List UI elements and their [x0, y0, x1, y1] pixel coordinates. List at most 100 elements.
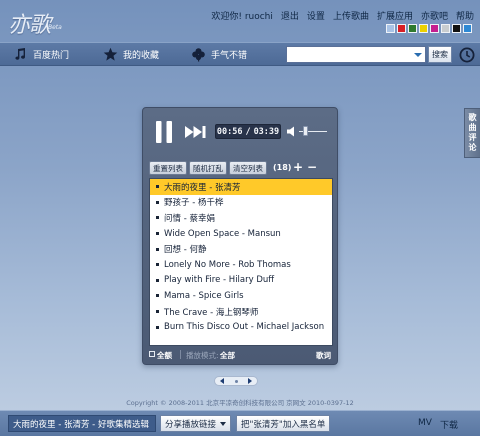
song-item[interactable]: 回想 - 何静: [150, 241, 332, 257]
star-icon: [102, 46, 118, 62]
bullet-icon: [156, 325, 159, 329]
volume-slider-handle[interactable]: [303, 126, 308, 136]
top-bar: 亦歌 Beta 欢迎你! ruochi 退出 设置 上传歌曲 扩展应用 亦歌吧 …: [0, 0, 480, 40]
song-title: Play with Fire - Hilary Duff: [164, 275, 275, 286]
song-item[interactable]: Mama - Spice Girls: [150, 288, 332, 304]
song-comments-tab[interactable]: 歌 曲 评 论: [464, 108, 480, 158]
logo-badge: Beta: [48, 24, 62, 31]
time-display: 00:56 / 03:39: [215, 124, 281, 139]
next-track-button[interactable]: [185, 125, 207, 139]
song-item[interactable]: 问情 - 蔡幸娟: [150, 210, 332, 226]
welcome-user-link[interactable]: 欢迎你! ruochi: [211, 9, 273, 22]
divider: [180, 350, 181, 359]
theme-swatch[interactable]: [430, 24, 439, 33]
clover-icon: [190, 46, 206, 62]
song-item[interactable]: Play with Fire - Hilary Duff: [150, 273, 332, 289]
theme-swatch[interactable]: [419, 24, 428, 33]
add-song-button[interactable]: +: [293, 160, 303, 174]
search-input[interactable]: [286, 46, 426, 63]
share-link-button[interactable]: 分享播放链接: [160, 415, 232, 432]
reset-list-button[interactable]: 重置列表: [149, 161, 187, 175]
nav-item-baidu-hot[interactable]: 百度热门: [12, 46, 69, 62]
play-mode-value[interactable]: 全部: [220, 350, 235, 361]
select-all-checkbox[interactable]: [149, 351, 155, 357]
search-button[interactable]: 搜索: [428, 46, 452, 63]
lyrics-button[interactable]: 歌词: [316, 350, 331, 361]
pager-dot: [235, 380, 238, 383]
remove-song-button[interactable]: −: [307, 160, 317, 174]
pager-prev-icon[interactable]: [220, 378, 224, 384]
help-link[interactable]: 帮助: [456, 9, 474, 22]
song-title: 问情 - 蔡幸娟: [164, 213, 215, 224]
song-item[interactable]: Wide Open Space - Mansun: [150, 226, 332, 242]
song-title: Burn This Disco Out - Michael Jackson: [164, 322, 325, 333]
song-item[interactable]: Burn This Disco Out - Michael Jackson: [150, 319, 332, 335]
logo-text: 亦歌: [8, 13, 51, 38]
blacklist-artist-button[interactable]: 把"张清芳"加入黑名单: [236, 415, 331, 432]
download-link[interactable]: 下载: [440, 418, 458, 431]
song-item[interactable]: 野孩子 - 杨千桦: [150, 195, 332, 211]
song-item[interactable]: The Crave - 海上钢琴师: [150, 304, 332, 320]
song-title: Wide Open Space - Mansun: [164, 228, 281, 239]
clear-list-button[interactable]: 清空列表: [229, 161, 267, 175]
pager: [214, 376, 258, 386]
now-playing-title: 大雨的夜里 - 张清芳 - 好歌集精选辑: [8, 415, 156, 432]
bullet-icon: [156, 232, 159, 236]
select-all-label[interactable]: 全额: [157, 350, 172, 361]
song-title: Mama - Spice Girls: [164, 290, 244, 301]
extensions-link[interactable]: 扩展应用: [377, 9, 413, 22]
player-panel: 00:56 / 03:39 重置列表 随机打乱 清空列表 (18) + − 大雨…: [142, 107, 338, 365]
time-current: 00:56: [216, 126, 243, 137]
nav-bar: 百度热门 我的收藏 手气不错 搜索: [0, 42, 480, 66]
mv-link[interactable]: MV: [418, 418, 432, 428]
song-title: Lonely No More - Rob Thomas: [164, 259, 291, 270]
bullet-icon: [156, 294, 159, 298]
song-item[interactable]: Lonely No More - Rob Thomas: [150, 257, 332, 273]
theme-swatch[interactable]: [408, 24, 417, 33]
theme-swatch[interactable]: [463, 24, 472, 33]
nav-item-favorites[interactable]: 我的收藏: [102, 46, 159, 62]
shuffle-list-button[interactable]: 随机打乱: [189, 161, 227, 175]
nav-item-label: 我的收藏: [123, 50, 160, 61]
nav-item-label: 手气不错: [211, 50, 248, 61]
bullet-icon: [156, 310, 159, 314]
side-tab-char: 歌: [468, 113, 477, 122]
top-links: 欢迎你! ruochi 退出 设置 上传歌曲 扩展应用 亦歌吧 帮助: [211, 9, 474, 22]
side-tab-char: 曲: [468, 123, 477, 132]
clock-icon[interactable]: [459, 47, 475, 63]
bullet-icon: [156, 200, 159, 204]
side-tab-char: 评: [468, 133, 477, 142]
chevron-down-icon: [220, 421, 227, 426]
time-separator: /: [245, 126, 251, 137]
upload-song-link[interactable]: 上传歌曲: [333, 9, 369, 22]
volume-icon[interactable]: [287, 126, 297, 137]
nav-item-lucky[interactable]: 手气不错: [190, 46, 247, 62]
search-dropdown-icon[interactable]: [414, 53, 422, 57]
playlist-toolbar: 重置列表 随机打乱 清空列表 (18) + −: [143, 160, 339, 177]
theme-swatch[interactable]: [452, 24, 461, 33]
music-note-icon: [12, 46, 28, 62]
nav-item-label: 百度热门: [33, 50, 70, 61]
bullet-icon: [156, 278, 159, 282]
theme-swatch[interactable]: [397, 24, 406, 33]
settings-link[interactable]: 设置: [307, 9, 325, 22]
forum-link[interactable]: 亦歌吧: [421, 9, 448, 22]
theme-swatch[interactable]: [386, 24, 395, 33]
song-title: 野孩子 - 杨千桦: [164, 198, 224, 209]
song-item[interactable]: 大雨的夜里 - 张清芳: [150, 179, 332, 195]
bottom-bar: 大雨的夜里 - 张清芳 - 好歌集精选辑 分享播放链接 把"张清芳"加入黑名单 …: [0, 410, 480, 436]
bullet-icon: [156, 216, 159, 220]
player-footer: 全额 播放模式: 全部 歌词: [149, 350, 333, 362]
logo[interactable]: 亦歌 Beta: [8, 7, 78, 38]
song-title: 回想 - 何静: [164, 245, 207, 256]
theme-swatch[interactable]: [441, 24, 450, 33]
bullet-icon: [156, 185, 159, 189]
playlist: 大雨的夜里 - 张清芳 野孩子 - 杨千桦 问情 - 蔡幸娟 Wide Open…: [149, 178, 333, 346]
pause-button[interactable]: [155, 120, 173, 144]
time-total: 03:39: [253, 126, 280, 137]
song-title: The Crave - 海上钢琴师: [164, 307, 259, 318]
pager-next-icon[interactable]: [248, 378, 252, 384]
share-link-label: 分享播放链接: [165, 419, 217, 430]
side-tab-char: 论: [468, 143, 477, 152]
logout-link[interactable]: 退出: [281, 9, 299, 22]
